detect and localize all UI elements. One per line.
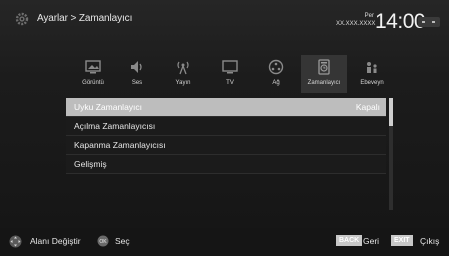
tab-sound[interactable]: Ses xyxy=(114,55,160,93)
menu-item-advanced[interactable]: Gelişmiş xyxy=(66,155,386,174)
tv-settings-screen: Ayarlar > Zamanlayıcı Per XX.XXX.XXXX 14… xyxy=(0,0,449,256)
menu-item-off-timer[interactable]: Kapanma Zamanlayıcısı xyxy=(66,136,386,155)
tab-broadcast[interactable]: Yayın xyxy=(160,55,206,93)
menu-item-label: Uyku Zamanlayıcı xyxy=(74,102,143,112)
picture-icon xyxy=(85,60,101,74)
tab-label: Yayın xyxy=(175,80,191,86)
tab-label: TV xyxy=(226,80,234,86)
menu-item-sleep-timer[interactable]: Uyku Zamanlayıcı Kapalı xyxy=(66,98,386,117)
network-icon xyxy=(268,59,284,75)
ok-button-icon: OK xyxy=(97,235,109,247)
breadcrumb: Ayarlar > Zamanlayıcı xyxy=(37,13,133,24)
status-indicator xyxy=(418,17,440,27)
tab-network[interactable]: Ağ xyxy=(253,55,299,93)
tv-icon xyxy=(222,60,238,74)
category-bar: Görüntü Ses Yayın TV Ağ Zamanlayıcı Ebev… xyxy=(70,55,395,95)
footer-hints: Alanı Değiştir OK Seç BACK Geri EXIT Çık… xyxy=(0,228,449,256)
tab-label: Ses xyxy=(131,80,143,86)
svg-text:OK: OK xyxy=(99,239,107,245)
tab-label: Görüntü xyxy=(82,80,104,86)
header: Ayarlar > Zamanlayıcı Per XX.XXX.XXXX 14… xyxy=(0,0,449,44)
hint-select: Seç xyxy=(115,236,130,246)
menu-item-value: Kapalı xyxy=(355,102,380,112)
menu-item-label: Kapanma Zamanlayıcısı xyxy=(74,140,166,150)
timer-settings-list: Uyku Zamanlayıcı Kapalı Açılma Zamanlayı… xyxy=(66,98,386,174)
hint-back: Geri xyxy=(363,236,380,246)
parental-icon xyxy=(367,62,377,73)
menu-item-label: Açılma Zamanlayıcısı xyxy=(74,121,156,131)
tab-label: Ağ xyxy=(272,80,280,86)
hint-exit: Çıkış xyxy=(420,236,440,246)
tab-label: Zamanlayıcı xyxy=(307,80,341,86)
tab-timer[interactable]: Zamanlayıcı xyxy=(301,55,347,93)
hint-change-area: Alanı Değiştir xyxy=(30,236,81,246)
weekday-label: Per xyxy=(364,13,374,19)
gear-icon xyxy=(15,12,29,26)
tab-picture[interactable]: Görüntü xyxy=(70,55,116,93)
timer-icon xyxy=(318,59,330,75)
exit-key-badge: EXIT xyxy=(391,235,413,246)
scrollbar-thumb[interactable] xyxy=(389,98,393,126)
sound-icon xyxy=(131,61,142,73)
tab-tv[interactable]: TV xyxy=(207,55,253,93)
date-label: XX.XXX.XXXX xyxy=(336,21,376,27)
broadcast-icon xyxy=(177,61,189,75)
tab-parental[interactable]: Ebeveyn xyxy=(349,55,395,93)
back-key-badge: BACK xyxy=(336,235,363,246)
scrollbar[interactable] xyxy=(389,98,393,210)
dpad-icon xyxy=(9,235,22,248)
tab-label: Ebeveyn xyxy=(360,80,384,86)
menu-item-label: Gelişmiş xyxy=(74,159,107,169)
menu-item-on-timer[interactable]: Açılma Zamanlayıcısı xyxy=(66,117,386,136)
